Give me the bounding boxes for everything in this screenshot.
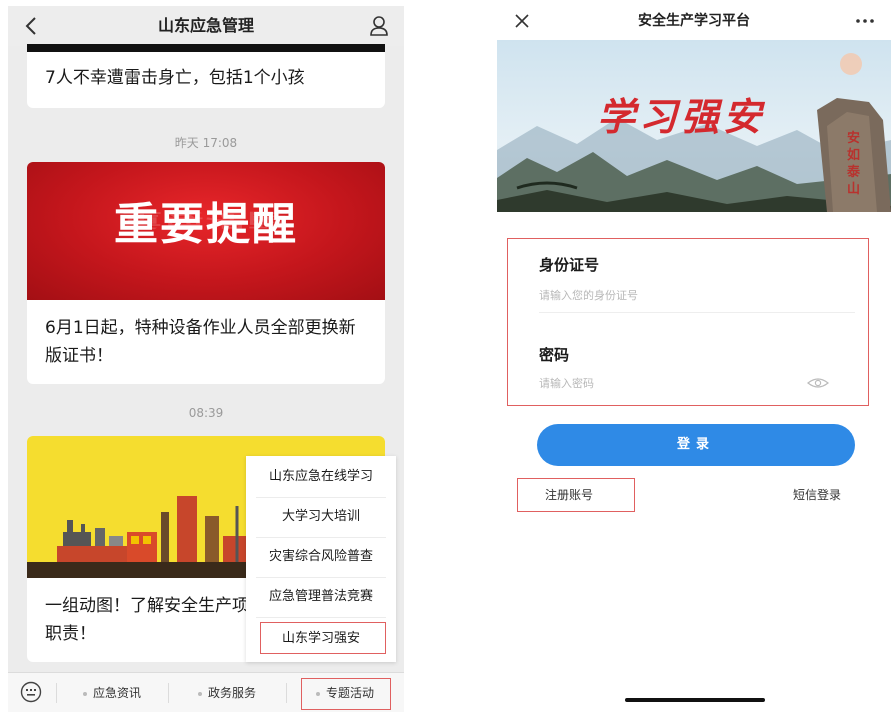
tab-label: 政务服务 [207, 686, 256, 700]
message-title: 7人不幸遭雷击身亡，包括1个小孩 [45, 68, 305, 88]
reminder-banner: 重要提醒 重要提醒 [27, 162, 385, 300]
hero-banner: 学习强安 安如泰山 [497, 40, 891, 212]
menu-item-big-training[interactable]: 大学习大培训 [246, 498, 396, 536]
password-label: 密码 [539, 346, 570, 364]
register-link[interactable]: 注册账号 [545, 486, 593, 503]
learning-platform-login-screen: 安全生产学习平台 学习强安 安如泰山 身份证号 密码 登录 注册账号 短信登录 [497, 6, 891, 712]
tab-label: 应急资讯 [92, 686, 141, 700]
highlight-box [301, 678, 391, 710]
nav-bar: 安全生产学习平台 [497, 6, 891, 36]
menu-item-law-contest[interactable]: 应急管理普法竞赛 [246, 578, 396, 616]
wechat-official-account-screen: 山东应急管理 7人不幸遭雷击身亡，包括1个小孩 昨天 17:08 重要提醒 重要… [8, 6, 404, 712]
menu-item-risk-census[interactable]: 灾害综合风险普查 [246, 538, 396, 576]
password-input[interactable] [539, 374, 799, 394]
message-card[interactable]: 重要提醒 重要提醒 6月1日起，特种设备作业人员全部更换新版证书！ [27, 162, 385, 384]
page-title: 安全生产学习平台 [638, 13, 750, 29]
hero-title: 学习强安 [597, 94, 766, 139]
person-icon[interactable] [368, 14, 390, 38]
highlight-box [260, 622, 386, 654]
divider [256, 617, 386, 618]
timestamp: 昨天 17:08 [174, 136, 238, 150]
timestamp: 08:39 [188, 406, 224, 420]
nav-bar: 山东应急管理 [8, 6, 404, 46]
divider [539, 312, 855, 313]
login-button[interactable]: 登录 [537, 424, 855, 466]
sms-login-link[interactable]: 短信登录 [793, 486, 841, 503]
banner-reflection: 重要提醒 [122, 208, 290, 230]
menu-item-online-learning[interactable]: 山东应急在线学习 [246, 458, 396, 496]
image-bottom-edge [27, 44, 385, 52]
id-number-label: 身份证号 [539, 256, 600, 274]
keyboard-icon[interactable] [20, 681, 42, 703]
page-title: 山东应急管理 [157, 16, 254, 35]
message-card[interactable]: 7人不幸遭雷击身亡，包括1个小孩 [27, 44, 385, 108]
id-number-input[interactable] [539, 286, 849, 306]
message-title: 6月1日起，特种设备作业人员全部更换新版证书！ [45, 318, 356, 366]
home-indicator [625, 698, 765, 702]
more-icon[interactable] [853, 14, 877, 28]
message-title: 一组动图！了解安全生产项职责！ [45, 596, 249, 644]
tab-emergency-news[interactable]: 应急资讯 [56, 673, 168, 712]
rock-inscription: 安如泰山 [847, 131, 861, 197]
tab-government-service[interactable]: 政务服务 [168, 673, 286, 712]
eye-icon[interactable] [807, 376, 829, 390]
